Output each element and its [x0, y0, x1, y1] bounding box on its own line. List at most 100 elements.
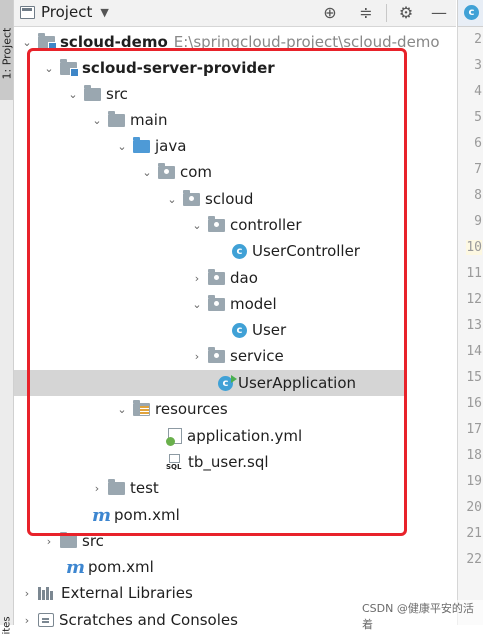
tree-node-label: model [230, 295, 277, 313]
tree-node-dao[interactable]: › dao [14, 265, 483, 291]
tree-node-label: main [130, 111, 168, 129]
chevron-down-icon[interactable]: ⌄ [190, 218, 204, 232]
tree-node-test[interactable]: › test [14, 475, 483, 501]
tree-node-label: service [230, 347, 284, 365]
tree-node-user-application[interactable]: c UserApplication [14, 370, 407, 396]
maven-file-icon: m [66, 556, 86, 578]
tree-node-user-controller[interactable]: c UserController [14, 238, 483, 264]
tree-node-user[interactable]: c User [14, 317, 483, 343]
chevron-right-icon[interactable]: › [190, 271, 204, 285]
tree-node-root-src[interactable]: › src [14, 528, 483, 554]
chevron-down-icon[interactable]: ⌄ [42, 61, 56, 75]
project-icon [20, 5, 35, 19]
yaml-file-icon [166, 428, 182, 446]
package-icon [158, 162, 175, 179]
minimize-icon[interactable]: — [428, 2, 450, 24]
tree-node-root-pom[interactable]: m pom.xml [14, 554, 483, 580]
tree-node-label: Scratches and Consoles [59, 611, 238, 629]
tool-window-strip: 1: Project ites [0, 0, 14, 635]
tree-node-label: scloud-demo [60, 33, 168, 51]
project-tool-tab[interactable]: 1: Project [0, 0, 14, 100]
tree-node-path: E:\springcloud-project\scloud-demo [173, 33, 440, 51]
package-icon [208, 294, 225, 311]
chevron-down-icon[interactable]: ⌄ [165, 192, 179, 206]
module-folder-icon [38, 32, 57, 51]
line-number: 15 [466, 370, 482, 385]
tree-node-main[interactable]: ⌄ main [14, 107, 483, 133]
collapse-icon[interactable]: ≑ [355, 2, 377, 24]
tree-node-label: User [252, 321, 287, 339]
watermark-text: CSDN @健康平安的活着 [362, 600, 483, 632]
header-divider [386, 4, 387, 22]
tree-node-controller[interactable]: ⌄ controller [14, 212, 483, 238]
tree-node-com[interactable]: ⌄ com [14, 159, 483, 185]
tree-node-label: UserApplication [238, 374, 357, 392]
tree-node-label: src [106, 85, 128, 103]
chevron-down-icon: ▼ [100, 5, 109, 19]
tree-node-label: src [82, 532, 104, 550]
editor-tab[interactable]: c [457, 0, 483, 27]
maven-file-icon: m [92, 504, 112, 526]
package-icon [183, 189, 200, 206]
tree-node-label: pom.xml [88, 558, 154, 576]
target-icon[interactable]: ⊕ [319, 2, 341, 24]
module-folder-icon [60, 58, 79, 77]
project-view-selector[interactable]: Project ▼ [20, 3, 109, 21]
tree-node-label: controller [230, 216, 302, 234]
chevron-right-icon[interactable]: › [90, 481, 104, 495]
package-icon [208, 346, 225, 363]
library-icon [38, 586, 56, 600]
chevron-down-icon[interactable]: ⌄ [115, 139, 129, 153]
tree-node-resources[interactable]: ⌄ resources [14, 396, 483, 422]
tree-node-label: UserController [252, 242, 360, 260]
project-tree: ⌄ scloud-demo E:\springcloud-project\scl… [14, 27, 456, 629]
tree-node-label: pom.xml [114, 506, 180, 524]
project-tool-tab-label: 1: Project [0, 27, 14, 80]
tree-node-provider-pom[interactable]: m pom.xml [14, 502, 483, 528]
tree-node-tb-user-sql[interactable]: SQL tb_user.sql [14, 449, 483, 475]
tree-node-java[interactable]: ⌄ java [14, 133, 483, 159]
tree-node-label: resources [155, 400, 228, 418]
tree-node-label: application.yml [187, 427, 303, 445]
chevron-right-icon[interactable]: › [20, 586, 34, 600]
tree-node-label: test [130, 479, 159, 497]
sql-file-icon: SQL [166, 453, 183, 471]
class-icon: c [232, 243, 247, 259]
tree-node-model[interactable]: ⌄ model [14, 291, 483, 317]
tree-node-label: External Libraries [61, 584, 193, 602]
folder-icon [84, 84, 101, 101]
folder-icon [60, 531, 77, 548]
tree-node-label: scloud [205, 190, 254, 208]
tree-node-application-yml[interactable]: application.yml [14, 423, 483, 449]
chevron-down-icon[interactable]: ⌄ [20, 35, 34, 49]
tree-node-label: scloud-server-provider [82, 59, 275, 77]
chevron-down-icon[interactable]: ⌄ [115, 402, 129, 416]
line-number: 2 [474, 32, 482, 47]
favorites-tool-tab-label[interactable]: ites [2, 585, 13, 634]
chevron-right-icon[interactable]: › [190, 349, 204, 363]
source-folder-icon [133, 136, 150, 153]
chevron-down-icon[interactable]: ⌄ [90, 113, 104, 127]
tree-node-service[interactable]: › service [14, 343, 483, 369]
class-icon: c [232, 322, 247, 338]
folder-icon [108, 478, 125, 495]
tree-node-src[interactable]: ⌄ src [14, 81, 483, 107]
tree-node-label: dao [230, 269, 258, 287]
tree-node-label: com [180, 163, 213, 181]
tree-node-provider[interactable]: ⌄ scloud-server-provider [14, 55, 483, 81]
gear-icon[interactable]: ⚙ [395, 2, 417, 24]
tree-node-root[interactable]: ⌄ scloud-demo E:\springcloud-project\scl… [14, 29, 462, 55]
class-icon: c [464, 5, 479, 20]
chevron-down-icon[interactable]: ⌄ [190, 297, 204, 311]
chevron-down-icon[interactable]: ⌄ [66, 87, 80, 101]
project-panel-header: Project ▼ ⊕ ≑ ⚙ — [14, 0, 456, 27]
chevron-down-icon[interactable]: ⌄ [140, 165, 154, 179]
resources-folder-icon [133, 399, 150, 416]
project-view-title: Project [41, 3, 93, 21]
tree-node-label: java [155, 137, 187, 155]
chevron-right-icon[interactable]: › [42, 534, 56, 548]
folder-icon [108, 110, 125, 127]
tree-node-label: tb_user.sql [188, 453, 269, 471]
package-icon [208, 268, 225, 285]
tree-node-scloud[interactable]: ⌄ scloud [14, 186, 483, 212]
